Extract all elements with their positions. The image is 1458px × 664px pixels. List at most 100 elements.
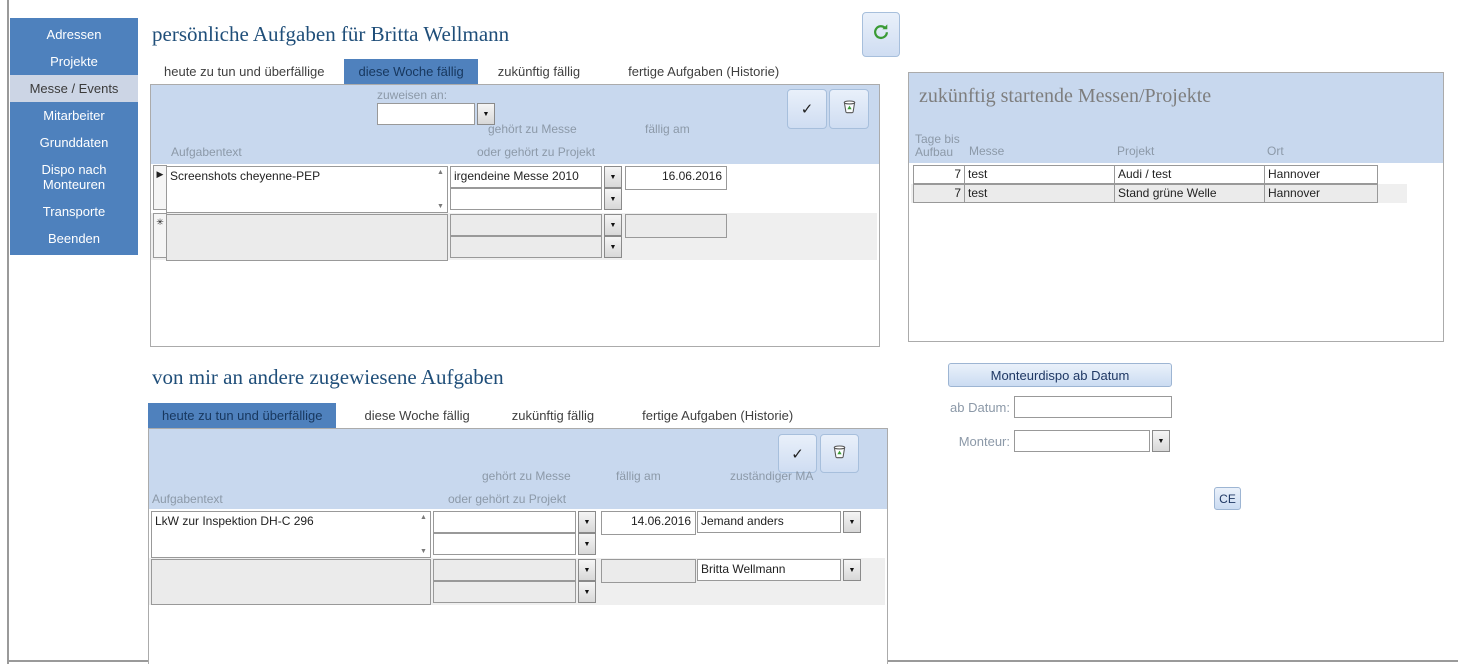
new-record-icon[interactable]: ✳	[153, 213, 167, 258]
tage-bis-aufbau-field[interactable]: 7	[913, 184, 965, 203]
task-text-value[interactable]: LkW zur Inspektion DH-C 296	[152, 512, 417, 557]
tab-zukuenftig[interactable]: zukünftig fällig	[484, 59, 594, 84]
task-text-value[interactable]: Screenshots cheyenne-PEP	[167, 167, 434, 212]
ort-field[interactable]: Hannover	[1264, 165, 1378, 184]
sidebar-item-adressen[interactable]: Adressen	[10, 21, 138, 48]
messe-row[interactable]: 7 test Stand grüne Welle Hannover	[911, 184, 1407, 203]
delegated-tasks-title: von mir an andere zugewiesene Aufgaben	[152, 365, 504, 390]
messe-field[interactable]: test	[964, 184, 1116, 203]
task-text-value[interactable]	[167, 215, 447, 260]
messe-value[interactable]	[433, 559, 576, 581]
messe-value[interactable]	[433, 511, 576, 533]
tab-heute-zu-tun[interactable]: heute zu tun und überfällige	[148, 403, 336, 428]
scroll-down-icon[interactable]: ▼	[437, 203, 444, 210]
sidebar-item-mitarbeiter[interactable]: Mitarbeiter	[10, 102, 138, 129]
messe-value[interactable]	[450, 214, 602, 236]
due-date-field[interactable]	[601, 559, 696, 583]
projekt-value[interactable]	[433, 533, 576, 555]
ort-field[interactable]: Hannover	[1264, 184, 1378, 203]
scroll-up-icon[interactable]: ▲	[437, 169, 444, 176]
chevron-down-icon[interactable]: ▼	[578, 511, 596, 533]
chevron-down-icon[interactable]: ▼	[843, 511, 861, 533]
projekt-value[interactable]	[450, 236, 602, 258]
tab-heute-zu-tun[interactable]: heute zu tun und überfällige	[150, 59, 338, 84]
sidebar-item-grunddaten[interactable]: Grunddaten	[10, 129, 138, 156]
task-text-field[interactable]	[166, 214, 448, 261]
tab-diese-woche[interactable]: diese Woche fällig	[344, 59, 477, 84]
chevron-down-icon[interactable]: ▼	[578, 581, 596, 603]
projekt-field[interactable]: Stand grüne Welle	[1114, 184, 1266, 203]
col-label-aufgabentext: Aufgabentext	[152, 492, 223, 506]
chevron-down-icon[interactable]: ▼	[843, 559, 861, 581]
chevron-down-icon[interactable]: ▼	[604, 214, 622, 236]
chevron-down-icon[interactable]: ▼	[578, 533, 596, 555]
personal-tasks-title: persönliche Aufgaben für Britta Wellmann	[152, 22, 509, 47]
check-icon: ✓	[791, 445, 804, 463]
responsible-ma-combobox[interactable]: Britta Wellmann ▼	[697, 559, 861, 581]
tab-fertige[interactable]: fertige Aufgaben (Historie)	[628, 403, 807, 428]
current-record-arrow-icon[interactable]: ▶	[153, 165, 167, 210]
responsible-ma-value[interactable]: Britta Wellmann	[697, 559, 841, 581]
tab-diese-woche[interactable]: diese Woche fällig	[350, 403, 483, 428]
due-date-field[interactable]	[625, 214, 727, 238]
assign-to-value[interactable]	[377, 103, 475, 125]
tage-bis-aufbau-field[interactable]: 7	[913, 165, 965, 184]
task-text-field[interactable]: Screenshots cheyenne-PEP ▲ ▼	[166, 166, 448, 213]
delete-task-button[interactable]	[820, 434, 859, 473]
messe-combobox[interactable]: ▼	[450, 214, 622, 236]
scroll-down-icon[interactable]: ▼	[420, 548, 427, 555]
col-label-tage-bis-aufbau: Tage bis Aufbau	[915, 133, 965, 159]
responsible-ma-value[interactable]: Jemand anders	[697, 511, 841, 533]
chevron-down-icon[interactable]: ▼	[1152, 430, 1170, 452]
projekt-field[interactable]: Audi / test	[1114, 165, 1266, 184]
assign-to-combobox[interactable]: ▼	[377, 103, 495, 125]
sidebar-item-messe-events[interactable]: Messe / Events	[10, 75, 138, 102]
field-scrollbar[interactable]: ▲ ▼	[434, 167, 447, 212]
messe-combobox[interactable]: irgendeine Messe 2010 ▼	[450, 166, 622, 188]
scroll-up-icon[interactable]: ▲	[420, 514, 427, 521]
tab-fertige[interactable]: fertige Aufgaben (Historie)	[614, 59, 793, 84]
task-text-field[interactable]	[151, 559, 431, 605]
messe-field[interactable]: test	[964, 165, 1116, 184]
chevron-down-icon[interactable]: ▼	[604, 236, 622, 258]
projekt-value[interactable]	[450, 188, 602, 210]
refresh-button[interactable]	[862, 12, 900, 57]
delegated-tasks-tabbar: heute zu tun und überfällige diese Woche…	[148, 402, 807, 428]
due-date-field[interactable]: 14.06.2016	[601, 511, 696, 535]
ce-button[interactable]: CE	[1214, 487, 1241, 510]
task-text-value[interactable]	[152, 560, 430, 604]
sidebar-item-dispo-nach-monteuren[interactable]: Dispo nach Monteuren	[10, 156, 138, 198]
messe-value[interactable]: irgendeine Messe 2010	[450, 166, 602, 188]
complete-task-button[interactable]: ✓	[778, 434, 817, 473]
responsible-ma-combobox[interactable]: Jemand anders ▼	[697, 511, 861, 533]
chevron-down-icon[interactable]: ▼	[604, 166, 622, 188]
col-label-aufgabentext: Aufgabentext	[171, 145, 242, 159]
messe-combobox[interactable]: ▼	[433, 559, 596, 581]
monteur-combobox[interactable]: ▼	[1014, 430, 1170, 452]
monteurdispo-button[interactable]: Monteurdispo ab Datum	[948, 363, 1172, 387]
projekt-combobox[interactable]: ▼	[433, 581, 596, 603]
chevron-down-icon[interactable]: ▼	[604, 188, 622, 210]
sidebar-item-beenden[interactable]: Beenden	[10, 225, 138, 252]
monteur-value[interactable]	[1014, 430, 1150, 452]
col-label-zustaendiger-ma: zuständiger MA	[730, 469, 813, 483]
due-date-field[interactable]: 16.06.2016	[625, 166, 727, 190]
projekt-value[interactable]	[433, 581, 576, 603]
check-icon: ✓	[801, 100, 814, 118]
upcoming-messen-panel: zukünftig startende Messen/Projekte Tage…	[908, 72, 1444, 342]
projekt-combobox[interactable]: ▼	[450, 236, 622, 258]
projekt-combobox[interactable]: ▼	[450, 188, 622, 210]
complete-task-button[interactable]: ✓	[787, 89, 827, 129]
field-scrollbar[interactable]: ▲ ▼	[417, 512, 430, 557]
messe-row[interactable]: 7 test Audi / test Hannover	[911, 165, 1407, 184]
messe-combobox[interactable]: ▼	[433, 511, 596, 533]
tab-zukuenftig[interactable]: zukünftig fällig	[498, 403, 608, 428]
task-text-field[interactable]: LkW zur Inspektion DH-C 296 ▲ ▼	[151, 511, 431, 558]
sidebar-item-projekte[interactable]: Projekte	[10, 48, 138, 75]
delete-task-button[interactable]	[829, 89, 869, 129]
trash-icon	[831, 443, 848, 465]
chevron-down-icon[interactable]: ▼	[578, 559, 596, 581]
sidebar-item-transporte[interactable]: Transporte	[10, 198, 138, 225]
ab-datum-input[interactable]	[1014, 396, 1172, 418]
projekt-combobox[interactable]: ▼	[433, 533, 596, 555]
